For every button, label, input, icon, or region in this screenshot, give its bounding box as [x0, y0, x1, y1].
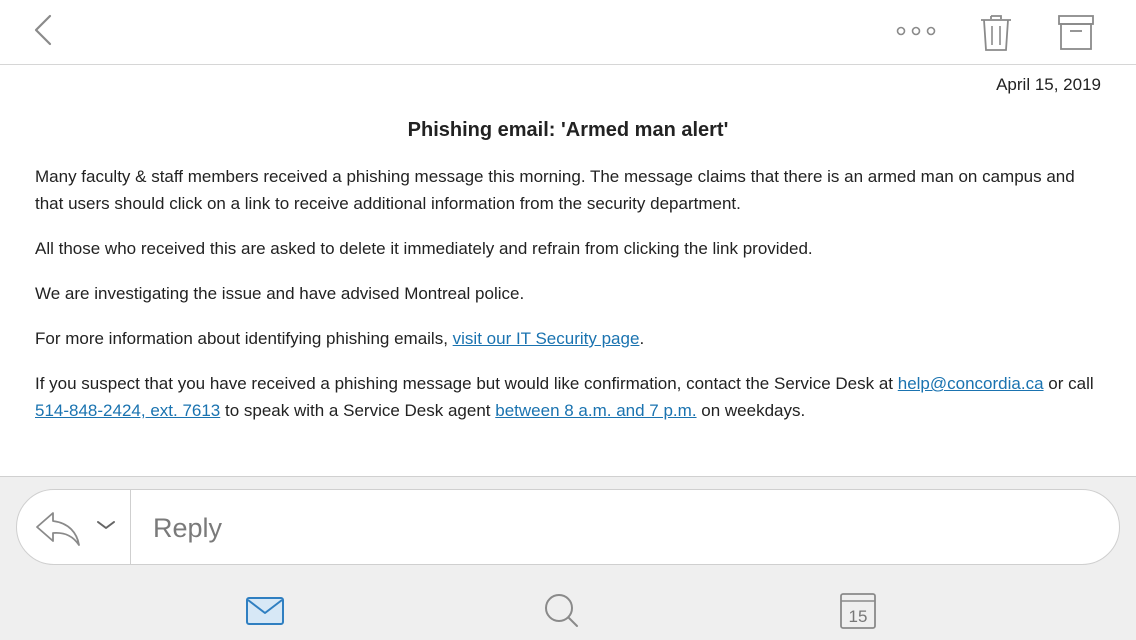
tab-mail[interactable] — [241, 587, 289, 635]
service-desk-phone-link[interactable]: 514-848-2424, ext. 7613 — [35, 401, 220, 420]
paragraph-5-text-3: to speak with a Service Desk agent — [220, 401, 496, 420]
archive-icon — [1058, 15, 1094, 50]
chevron-down-icon — [97, 521, 115, 529]
paragraph-5-text-2: or call — [1043, 374, 1094, 393]
paragraph-1: Many faculty & staff members received a … — [35, 167, 1075, 213]
it-security-link[interactable]: visit our IT Security page — [453, 329, 640, 348]
paragraph-3: We are investigating the issue and have … — [35, 284, 525, 303]
reply-arrow-icon — [36, 512, 80, 546]
delete-button[interactable] — [972, 8, 1020, 56]
paragraph-4: For more information about identifying p… — [35, 325, 1105, 352]
chevron-left-icon — [34, 14, 52, 46]
paragraph-4-text: For more information about identifying p… — [35, 329, 453, 348]
message-date: April 15, 2019 — [996, 75, 1101, 94]
tab-search[interactable] — [538, 587, 586, 635]
message-body: Many faculty & staff members received a … — [35, 163, 1105, 442]
back-button[interactable] — [22, 8, 66, 52]
message-view: April 15, 2019 Phishing email: 'Armed ma… — [0, 65, 1136, 476]
archive-button[interactable] — [1052, 8, 1100, 56]
service-hours-link[interactable]: between 8 a.m. and 7 p.m. — [495, 401, 696, 420]
paragraph-5-text-4: on weekdays. — [696, 401, 806, 420]
mail-icon — [246, 597, 284, 625]
reply-options-button[interactable] — [17, 490, 131, 564]
reply-bar — [16, 489, 1120, 565]
tab-calendar[interactable]: 15 — [834, 587, 882, 635]
reply-input[interactable] — [151, 508, 1051, 548]
search-icon — [545, 594, 578, 627]
paragraph-5: If you suspect that you have received a … — [35, 370, 1105, 424]
paragraph-2: All those who received this are asked to… — [35, 239, 813, 258]
bottom-bar: 15 — [0, 476, 1136, 640]
message-title: Phishing email: 'Armed man alert' — [407, 119, 729, 141]
paragraph-5-text-1: If you suspect that you have received a … — [35, 374, 898, 393]
trash-icon — [981, 15, 1011, 51]
calendar-icon: 15 — [840, 593, 876, 629]
calendar-day-number: 15 — [849, 607, 868, 626]
top-toolbar — [0, 0, 1136, 65]
more-button[interactable] — [890, 14, 942, 48]
service-desk-email-link[interactable]: help@concordia.ca — [898, 374, 1044, 393]
paragraph-4-end: . — [639, 329, 645, 348]
more-dots-icon — [896, 26, 936, 36]
